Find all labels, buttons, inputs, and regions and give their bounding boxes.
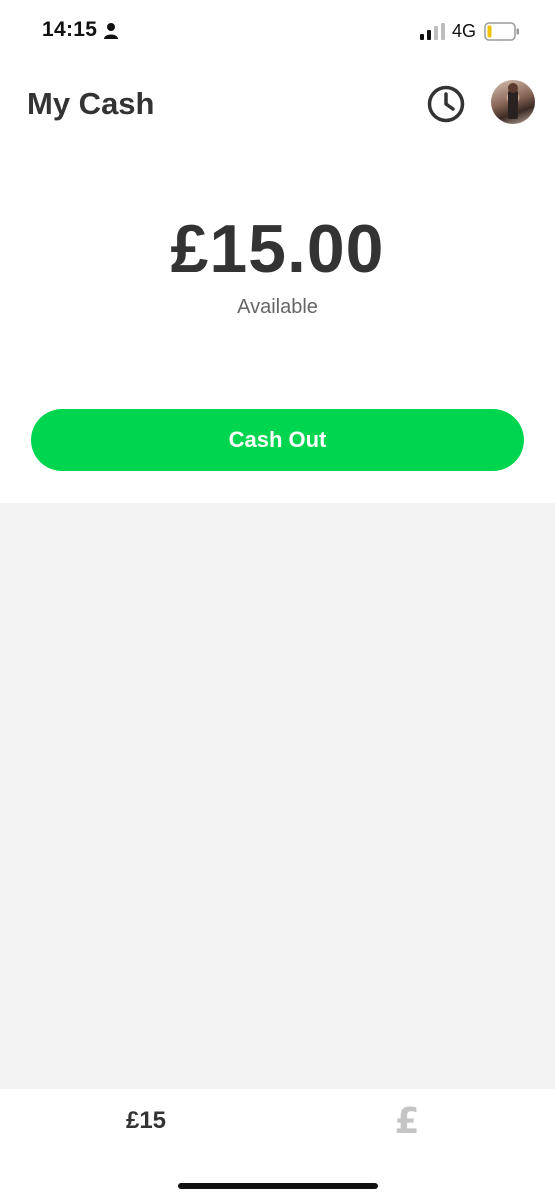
tab-pay[interactable]: £ — [380, 1101, 434, 1142]
person-icon — [104, 23, 118, 39]
signal-icon — [420, 23, 445, 40]
tab-balance[interactable]: £15 — [96, 1107, 196, 1135]
status-time: 14:15 — [42, 18, 98, 41]
content-area — [0, 503, 555, 1089]
home-indicator[interactable] — [178, 1183, 378, 1189]
balance-section: £15.00 Available Cash Out — [0, 148, 555, 503]
cash-out-button[interactable]: Cash Out — [31, 409, 524, 471]
bottom-nav: £15 £ — [0, 1089, 555, 1200]
status-bar: 14:15 4G — [0, 0, 555, 64]
clock-icon[interactable] — [426, 84, 466, 124]
balance-caption: Available — [237, 296, 318, 318]
balance-amount: £15.00 — [170, 211, 385, 287]
page-title: My Cash — [27, 86, 155, 121]
avatar-figure — [508, 89, 518, 119]
avatar[interactable] — [491, 80, 535, 124]
battery-icon — [484, 22, 519, 41]
header: My Cash — [0, 64, 555, 148]
avatar-head — [508, 83, 518, 93]
network-label: 4G — [452, 21, 477, 41]
